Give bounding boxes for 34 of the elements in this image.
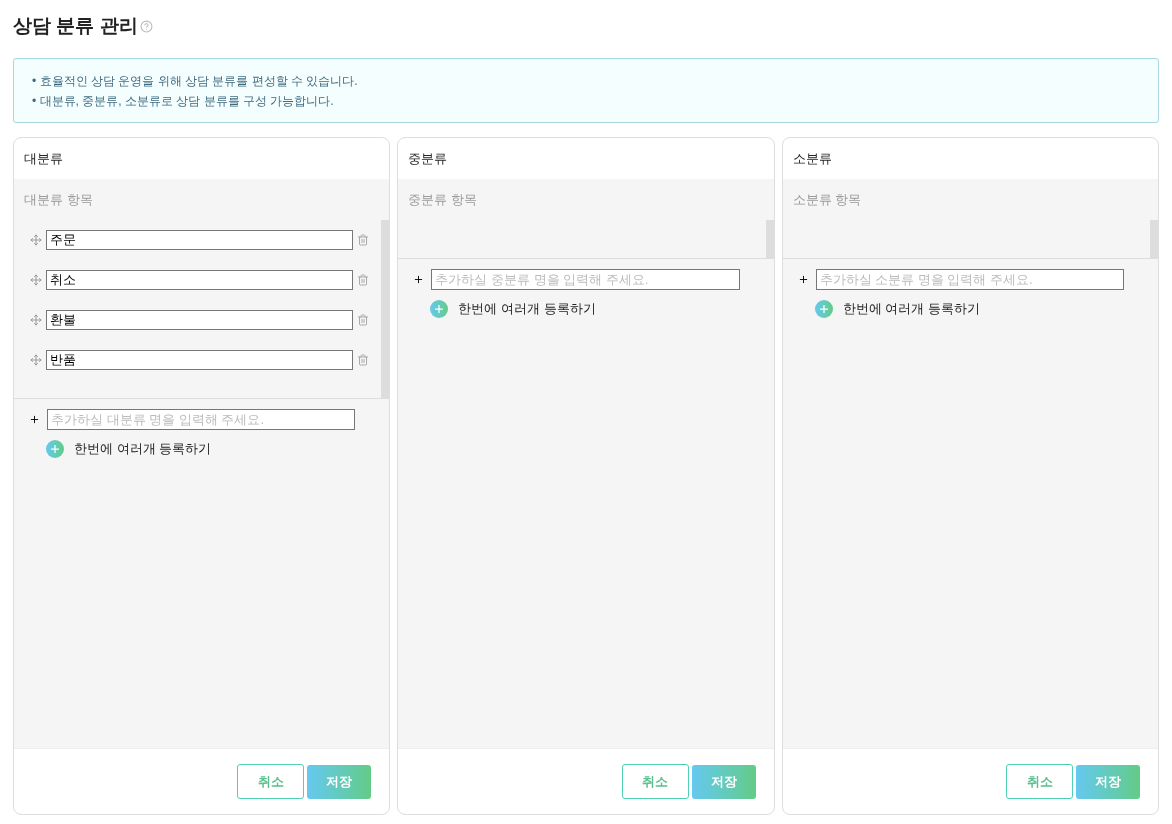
item-field[interactable]: 취소 [46,270,354,290]
scrollbar[interactable] [765,220,774,258]
scrollbar[interactable] [381,220,390,398]
item-field[interactable]: 주문 [46,230,354,250]
bulk-add-link[interactable]: 한번에 여러개 등록하기 [74,439,212,459]
plus-icon [29,414,40,425]
scrollbar[interactable] [1150,220,1158,258]
plus-icon [413,274,425,285]
panel-title: 소분류 [792,149,832,168]
add-item-field[interactable]: 추가하실 소분류 명을 입력해 주세요. [815,269,1124,290]
trash-icon[interactable] [357,314,370,326]
drag-handle-icon[interactable] [30,314,42,326]
list-label: 중분류 항목 [408,190,477,209]
list-label: 소분류 항목 [792,190,862,209]
bulk-add-link[interactable]: 한번에 여러개 등록하기 [458,299,596,319]
drag-handle-icon[interactable] [30,274,42,286]
add-item-field[interactable]: 추가하실 대분류 명을 입력해 주세요. [47,409,356,430]
bulk-add-link[interactable]: 한번에 여러개 등록하기 [842,299,980,319]
trash-icon[interactable] [357,234,370,246]
list-label: 대분류 항목 [24,190,93,209]
info-text: • 대분류, 중분류, 소분류로 상담 분류를 구성 가능합니다. [32,92,335,110]
trash-icon[interactable] [357,354,370,366]
drag-handle-icon[interactable] [30,354,42,366]
drag-handle-icon[interactable] [30,234,42,246]
page-title: 상담 분류 관리 [13,13,138,38]
panel-title: 중분류 [408,149,448,168]
add-item-field[interactable]: 추가하실 중분류 명을 입력해 주세요. [431,269,740,290]
help-icon[interactable] [139,19,153,33]
item-field[interactable]: 환불 [46,310,354,330]
plus-icon [797,274,809,285]
info-text: • 효율적인 상담 운영을 위해 상담 분류를 편성할 수 있습니다. [32,72,359,90]
trash-icon[interactable] [357,274,370,286]
panel-title: 대분류 [24,149,63,168]
item-field[interactable]: 반품 [46,350,354,370]
